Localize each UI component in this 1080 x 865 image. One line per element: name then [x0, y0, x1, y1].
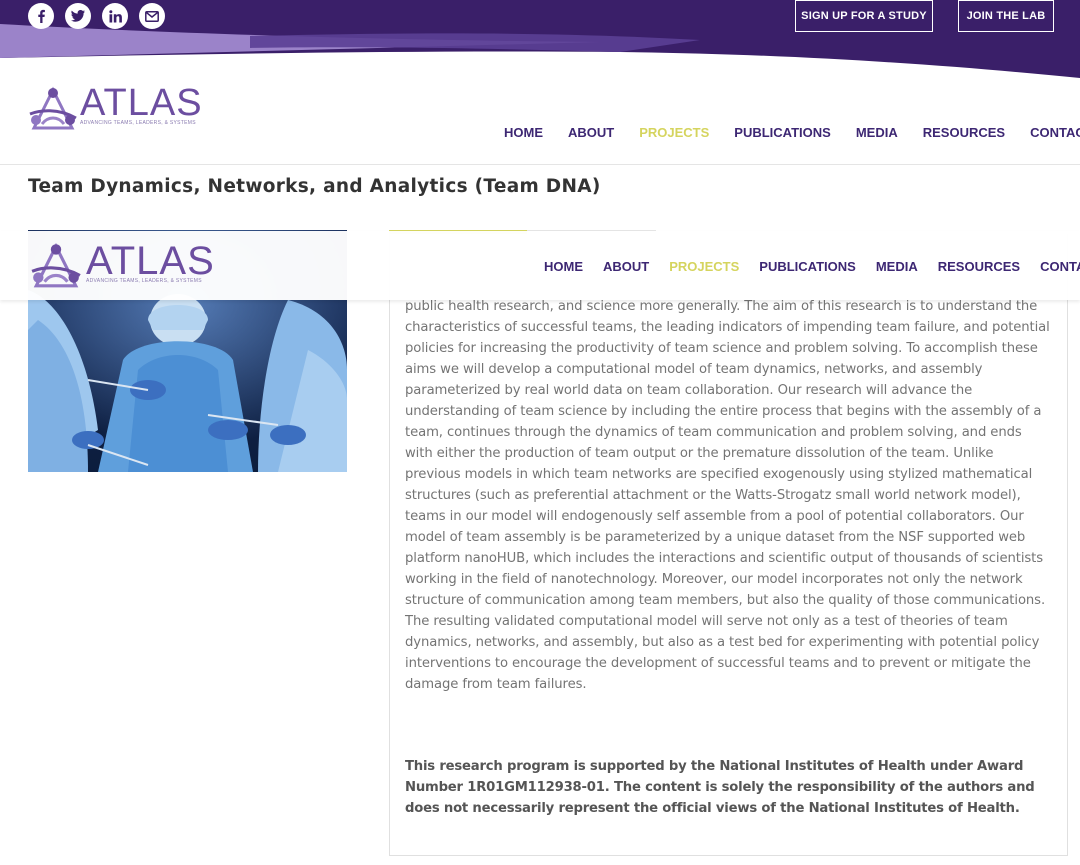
sticky-nav-media[interactable]: MEDIA — [876, 259, 918, 274]
sticky-nav-projects[interactable]: PROJECTS — [669, 259, 739, 274]
logo-wordmark: ATLAS — [80, 82, 203, 124]
sticky-atlas-logo[interactable]: ATLAS ADVANCING TEAMS, LEADERS, & SYSTEM… — [30, 240, 215, 288]
top-bar: SIGN UP FOR A STUDY JOIN THE LAB — [0, 0, 1080, 80]
sticky-header: ATLAS ADVANCING TEAMS, LEADERS, & SYSTEM… — [0, 231, 1080, 300]
main-header: ATLAS ADVANCING TEAMS, LEADERS, & SYSTEM… — [0, 80, 1080, 165]
nav-contact[interactable]: CONTACT — [1030, 125, 1080, 140]
sticky-nav-publications[interactable]: PUBLICATIONS — [759, 259, 856, 274]
social-links — [28, 3, 165, 29]
facebook-icon[interactable] — [28, 3, 54, 29]
email-icon[interactable] — [139, 3, 165, 29]
nav-projects[interactable]: PROJECTS — [639, 125, 709, 140]
sticky-nav-contact[interactable]: CONTACT — [1040, 259, 1080, 274]
nav-about[interactable]: ABOUT — [568, 125, 614, 140]
sticky-nav: HOME ABOUT PROJECTS PUBLICATIONS MEDIA R… — [544, 259, 1080, 274]
logo-tagline: ADVANCING TEAMS, LEADERS, & SYSTEMS — [80, 120, 196, 126]
atlas-logo-mark-icon — [29, 86, 77, 130]
nav-media[interactable]: MEDIA — [856, 125, 898, 140]
sticky-nav-home[interactable]: HOME — [544, 259, 583, 274]
sign-up-study-button[interactable]: SIGN UP FOR A STUDY — [795, 0, 933, 32]
join-lab-button[interactable]: JOIN THE LAB — [958, 0, 1054, 32]
funding-statement: This research program is supported by th… — [405, 759, 1035, 816]
sticky-nav-resources[interactable]: RESOURCES — [938, 259, 1020, 274]
atlas-logo[interactable]: ATLAS ADVANCING TEAMS, LEADERS, & SYSTEM… — [28, 84, 203, 130]
linkedin-icon[interactable] — [102, 3, 128, 29]
sticky-logo-tagline: ADVANCING TEAMS, LEADERS, & SYSTEMS — [86, 277, 202, 284]
twitter-icon[interactable] — [65, 3, 91, 29]
main-nav: HOME ABOUT PROJECTS PUBLICATIONS MEDIA R… — [504, 125, 1080, 140]
project-description: public health research, and science more… — [405, 299, 1050, 692]
page-title: Team Dynamics, Networks, and Analytics (… — [28, 176, 601, 197]
sticky-logo-wordmark: ATLAS — [86, 238, 215, 283]
nav-publications[interactable]: PUBLICATIONS — [734, 125, 831, 140]
nav-resources[interactable]: RESOURCES — [923, 125, 1005, 140]
sticky-logo-mark-icon — [31, 242, 81, 288]
nav-home[interactable]: HOME — [504, 125, 543, 140]
sticky-nav-about[interactable]: ABOUT — [603, 259, 649, 274]
